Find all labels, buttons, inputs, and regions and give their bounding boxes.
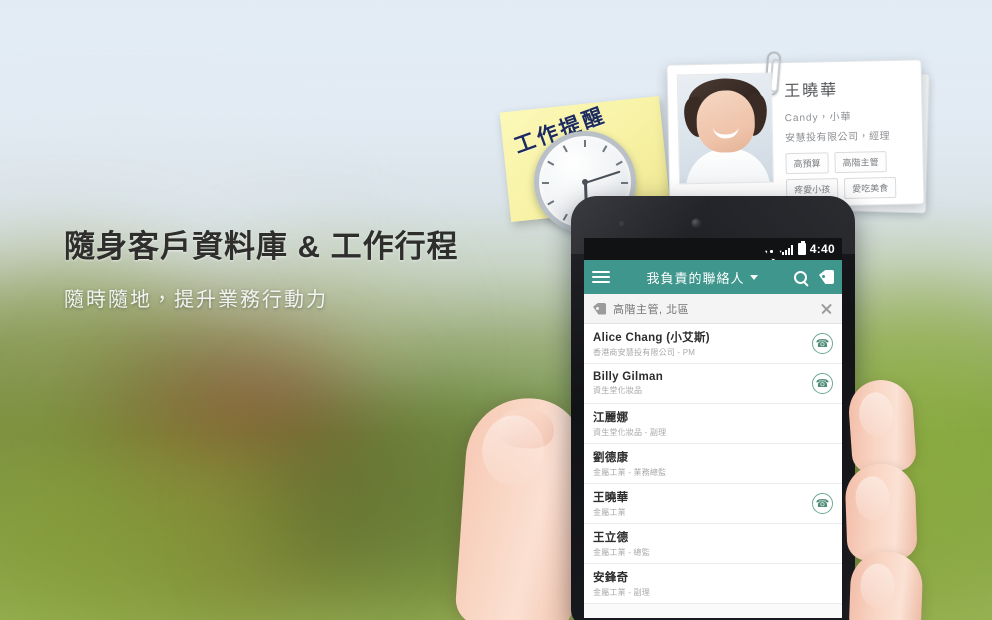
promo-stage: 隨身客戶資料庫 & 工作行程 隨時隨地，提升業務行動力 工作提醒 王曉華 Can… (0, 0, 992, 620)
contact-subtitle: 資生堂化妝品 - 副理 (593, 428, 667, 437)
call-button[interactable]: ☎ (812, 333, 833, 354)
list-item[interactable]: 安鋒奇 金屬工業 - 副理 ☎ (584, 564, 842, 604)
contact-subtitle: 資生堂化妝品 (593, 386, 643, 395)
contact-name: 王立德 (593, 532, 629, 544)
contact-alias: Candy，小華 (784, 111, 852, 125)
search-icon[interactable] (794, 270, 807, 284)
front-camera (691, 218, 701, 228)
list-item[interactable]: 劉德康 金屬工業 - 業務總監 ☎ (584, 444, 842, 484)
list-item[interactable]: Billy Gilman 資生堂化妝品 ☎ (584, 364, 842, 404)
hamburger-icon[interactable] (592, 271, 610, 283)
contact-name: 王曉華 (593, 492, 629, 504)
battery-icon (797, 241, 806, 255)
left-thumb (454, 394, 588, 620)
status-bar-time: 4:40 (809, 242, 835, 256)
contact-name: 安鋒奇 (593, 572, 629, 584)
contact-photo (676, 72, 774, 185)
contact-subtitle: 金屬工業 (593, 508, 626, 517)
filter-bar[interactable]: 高階主管, 北區 (584, 294, 842, 324)
call-button[interactable]: ☎ (812, 373, 833, 394)
business-card[interactable]: 王曉華 Candy，小華 安慧投有限公司，經理 高預算 高階主管 疼愛小孩 愛吃… (666, 50, 925, 210)
filter-label: 高階主管, 北區 (613, 303, 690, 316)
thumb-nail (496, 406, 556, 451)
contact-subtitle: 香港商安慧投有限公司 - PM (593, 348, 696, 357)
contact-name: 王曉華 (783, 82, 839, 101)
proximity-sensor (619, 221, 624, 226)
contact-name: 江麗娜 (593, 412, 629, 424)
status-bar: 4:40 (584, 238, 842, 260)
contact-organization: 安慧投有限公司，經理 (784, 131, 891, 145)
app-bar: 我負責的聯絡人 (584, 260, 842, 294)
finger (844, 462, 918, 562)
list-item[interactable]: 王立德 金屬工業 - 總監 ☎ (584, 524, 842, 564)
chevron-down-icon (749, 274, 758, 280)
contact-tag[interactable]: 高預算 (785, 152, 829, 175)
close-icon[interactable] (820, 302, 833, 315)
call-button[interactable]: ☎ (812, 493, 833, 514)
contact-tag-list: 高預算 高階主管 疼愛小孩 愛吃美食 (785, 150, 926, 201)
page-title: 隨身客戶資料庫 & 工作行程 (64, 229, 459, 264)
wifi-icon (765, 244, 778, 254)
clock-minute-hand (584, 170, 621, 184)
tag-icon (593, 303, 606, 315)
contact-tag[interactable]: 高階主管 (834, 151, 887, 174)
right-hand-fingers (844, 377, 938, 620)
app-bar-title: 我負責的聯絡人 (646, 270, 745, 286)
list-item[interactable]: 江麗娜 資生堂化妝品 - 副理 ☎ (584, 404, 842, 444)
contact-name: 劉德康 (593, 452, 629, 464)
list-item[interactable]: Alice Chang (小艾斯) 香港商安慧投有限公司 - PM ☎ (584, 324, 842, 364)
page-subtitle: 隨時隨地，提升業務行動力 (64, 289, 328, 312)
contact-name: Alice Chang (小艾斯) (593, 332, 710, 344)
finger (848, 550, 924, 620)
contact-name: Billy Gilman (593, 371, 664, 383)
contact-tag[interactable]: 愛吃美食 (843, 176, 897, 199)
signal-icon (781, 244, 794, 255)
app-bar-title-dropdown[interactable]: 我負責的聯絡人 (610, 268, 794, 287)
contact-subtitle: 金屬工業 - 副理 (593, 588, 650, 597)
business-card-body: 王曉華 Candy，小華 安慧投有限公司，經理 高預算 高階主管 疼愛小孩 愛吃… (784, 75, 914, 201)
tag-icon[interactable] (819, 270, 834, 284)
phone-screen: 4:40 我負責的聯絡人 高階主管, 北區 Alice Chang (小艾斯) … (584, 238, 842, 618)
contact-subtitle: 金屬工業 - 業務總監 (593, 468, 667, 477)
hero-text-block: 隨身客戶資料庫 & 工作行程 隨時隨地，提升業務行動力 (64, 228, 504, 313)
clock-center-pin (582, 179, 588, 185)
list-item[interactable]: 王曉華 金屬工業 ☎ (584, 484, 842, 524)
finger (846, 377, 918, 475)
contact-list: Alice Chang (小艾斯) 香港商安慧投有限公司 - PM ☎ Bill… (584, 324, 842, 604)
smartphone-device: 4:40 我負責的聯絡人 高階主管, 北區 Alice Chang (小艾斯) … (571, 196, 855, 620)
contact-subtitle: 金屬工業 - 總監 (593, 548, 650, 557)
